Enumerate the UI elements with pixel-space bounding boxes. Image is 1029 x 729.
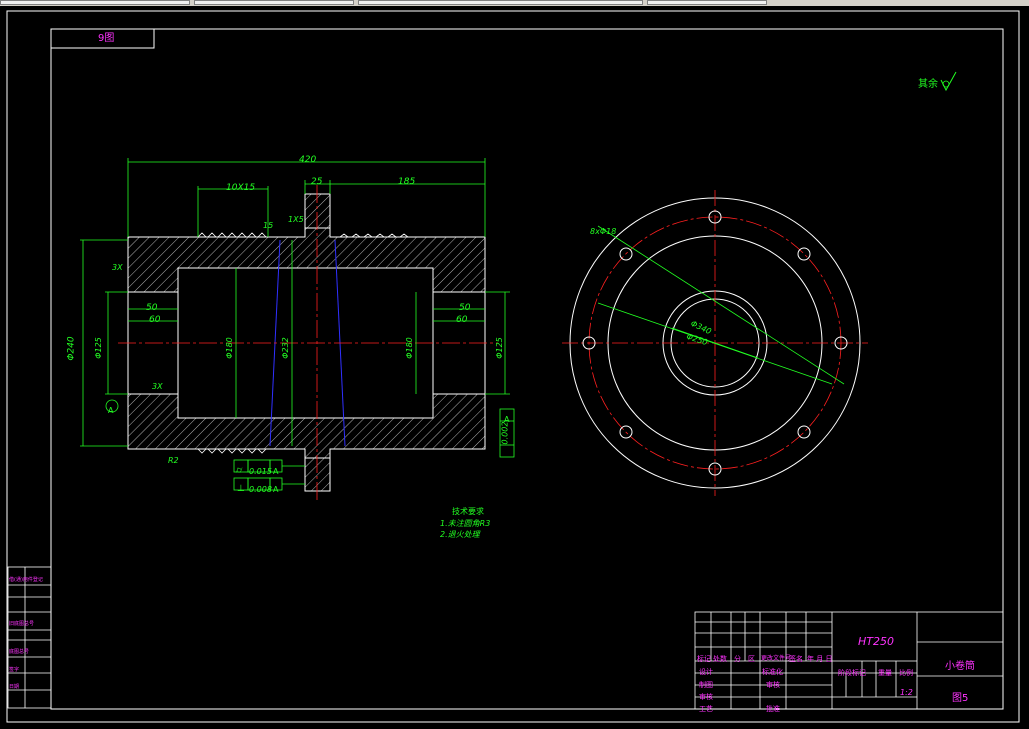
role-stage-mark: 阶段标记: [838, 669, 866, 677]
role-approve: 批准: [766, 705, 780, 713]
runout-value: 0.015: [249, 467, 272, 476]
strip-item-3: 签字: [9, 667, 20, 673]
perp-value: 0.008: [249, 485, 272, 494]
dim-chamfer-2: 3X: [152, 382, 163, 391]
dim-chamfer-top: 1X5: [288, 215, 304, 224]
hdr-sign: 签名: [789, 655, 803, 663]
dim-groove: 10X15: [226, 183, 256, 193]
tech-notes-title: 技术要求: [452, 507, 484, 516]
hdr-area: 区: [748, 655, 755, 663]
dim-chamfer-1: 3X: [112, 263, 123, 272]
runout-symbol: ⌭: [236, 466, 243, 476]
material: HT250: [858, 635, 894, 648]
dim-circle-holes: 8xΦ18: [590, 227, 617, 236]
toolbar-field[interactable]: [0, 0, 190, 5]
dim-right-50: 50: [459, 303, 471, 313]
datum-label: A: [108, 406, 114, 415]
role-standardize: 标准化: [762, 668, 783, 676]
hdr-zone: 分: [734, 655, 741, 663]
tech-note-1: 1.未注圆角R3: [440, 519, 491, 528]
dim-chamfer-small: 15: [263, 221, 274, 230]
scale-value: 1:2: [900, 688, 913, 697]
role-review-2: 审核: [766, 681, 780, 689]
section-view: [118, 185, 498, 500]
role-review: 审核: [699, 693, 713, 701]
role-process: 工艺: [699, 705, 713, 713]
top-label: 9图: [98, 33, 115, 44]
runout-datum: A: [273, 467, 279, 476]
hdr-mark: 标记: [697, 655, 711, 663]
role-weight: 重量: [878, 669, 892, 677]
dim-right-60: 60: [456, 315, 468, 325]
dim-left-journal: Φ125: [93, 337, 103, 359]
hdr-date: 年 月 日: [807, 655, 833, 663]
dim-bore-right: Φ180: [404, 337, 414, 359]
dim-overall-length: 420: [299, 155, 317, 165]
dim-left-60: 60: [149, 315, 161, 325]
dim-outer-dia: Φ240: [66, 336, 77, 361]
role-design: 设计: [699, 668, 713, 676]
tech-note-2: 2.退火处理: [440, 530, 480, 539]
strip-item-0: 借(通)用件登记: [9, 577, 43, 583]
dim-radius: R2: [168, 456, 179, 465]
hdr-change-doc: 更改文件号: [761, 655, 792, 662]
toolbar-field[interactable]: [194, 0, 354, 5]
drawing-canvas[interactable]: 9图 其余 420 10X15 25 185 15 1X5 50 60 50 6…: [0, 6, 1029, 729]
role-ratio: 比例: [899, 669, 913, 677]
role-draw: 制图: [699, 681, 713, 689]
dim-right-len: 185: [398, 177, 416, 187]
strip-item-4: 日期: [9, 684, 20, 690]
right-runout-value: 0.002: [500, 421, 510, 445]
right-runout-datum: A: [504, 415, 510, 424]
dim-right-journal: Φ125: [494, 337, 504, 359]
perp-datum: A: [273, 485, 279, 494]
strip-item-1: 旧底图总号: [9, 621, 35, 627]
surface-note: 其余: [918, 79, 938, 90]
drawing-no: 图5: [952, 693, 969, 704]
toolbar-field[interactable]: [358, 0, 643, 5]
dim-cone-dia: Φ232: [280, 337, 290, 359]
dim-flange: 25: [311, 177, 323, 187]
hdr-count: 处数: [713, 655, 727, 663]
strip-item-2: 底图总号: [9, 649, 30, 655]
part-name: 小卷筒: [945, 661, 975, 672]
toolbar-field[interactable]: [647, 0, 767, 5]
cad-drawing: [6, 10, 1020, 723]
dim-left-50: 50: [146, 303, 158, 313]
dim-bore-dia: Φ180: [224, 337, 234, 359]
perp-symbol: ⊥: [237, 484, 245, 494]
